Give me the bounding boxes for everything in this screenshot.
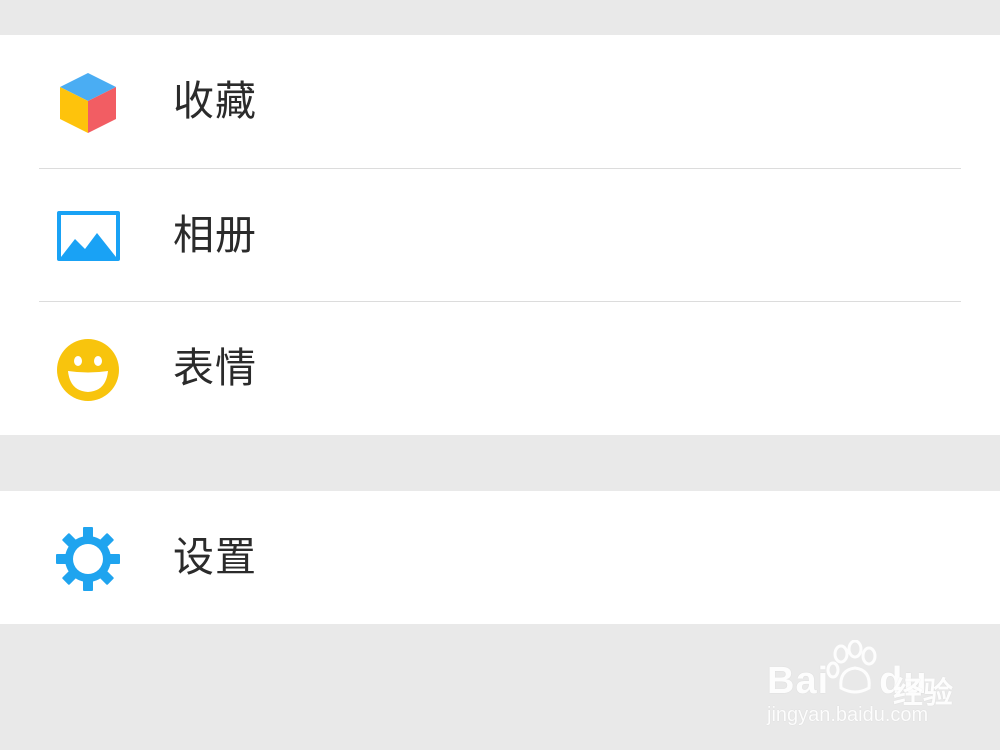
menu-item-album[interactable]: 相册: [0, 169, 1000, 302]
baidu-jingyan-watermark: Bai du 经验 jingyan.baidu.com: [765, 640, 955, 735]
menu-item-settings[interactable]: 设置: [0, 491, 1000, 624]
menu-item-label: 表情: [173, 344, 257, 392]
menu-group-primary: 收藏 相册 表情: [0, 35, 1000, 435]
gear-icon: [54, 525, 122, 593]
menu-item-favorites[interactable]: 收藏: [0, 35, 1000, 168]
menu-group-settings: 设置: [0, 491, 1000, 624]
cube-icon: [54, 69, 122, 137]
menu-item-label: 设置: [173, 533, 257, 581]
menu-item-label: 相册: [173, 211, 257, 259]
picture-icon: [54, 203, 122, 271]
menu-item-stickers[interactable]: 表情: [0, 302, 1000, 435]
watermark-url: jingyan.baidu.com: [767, 704, 929, 726]
menu-item-label: 收藏: [173, 77, 257, 125]
smiley-icon: [54, 336, 122, 404]
